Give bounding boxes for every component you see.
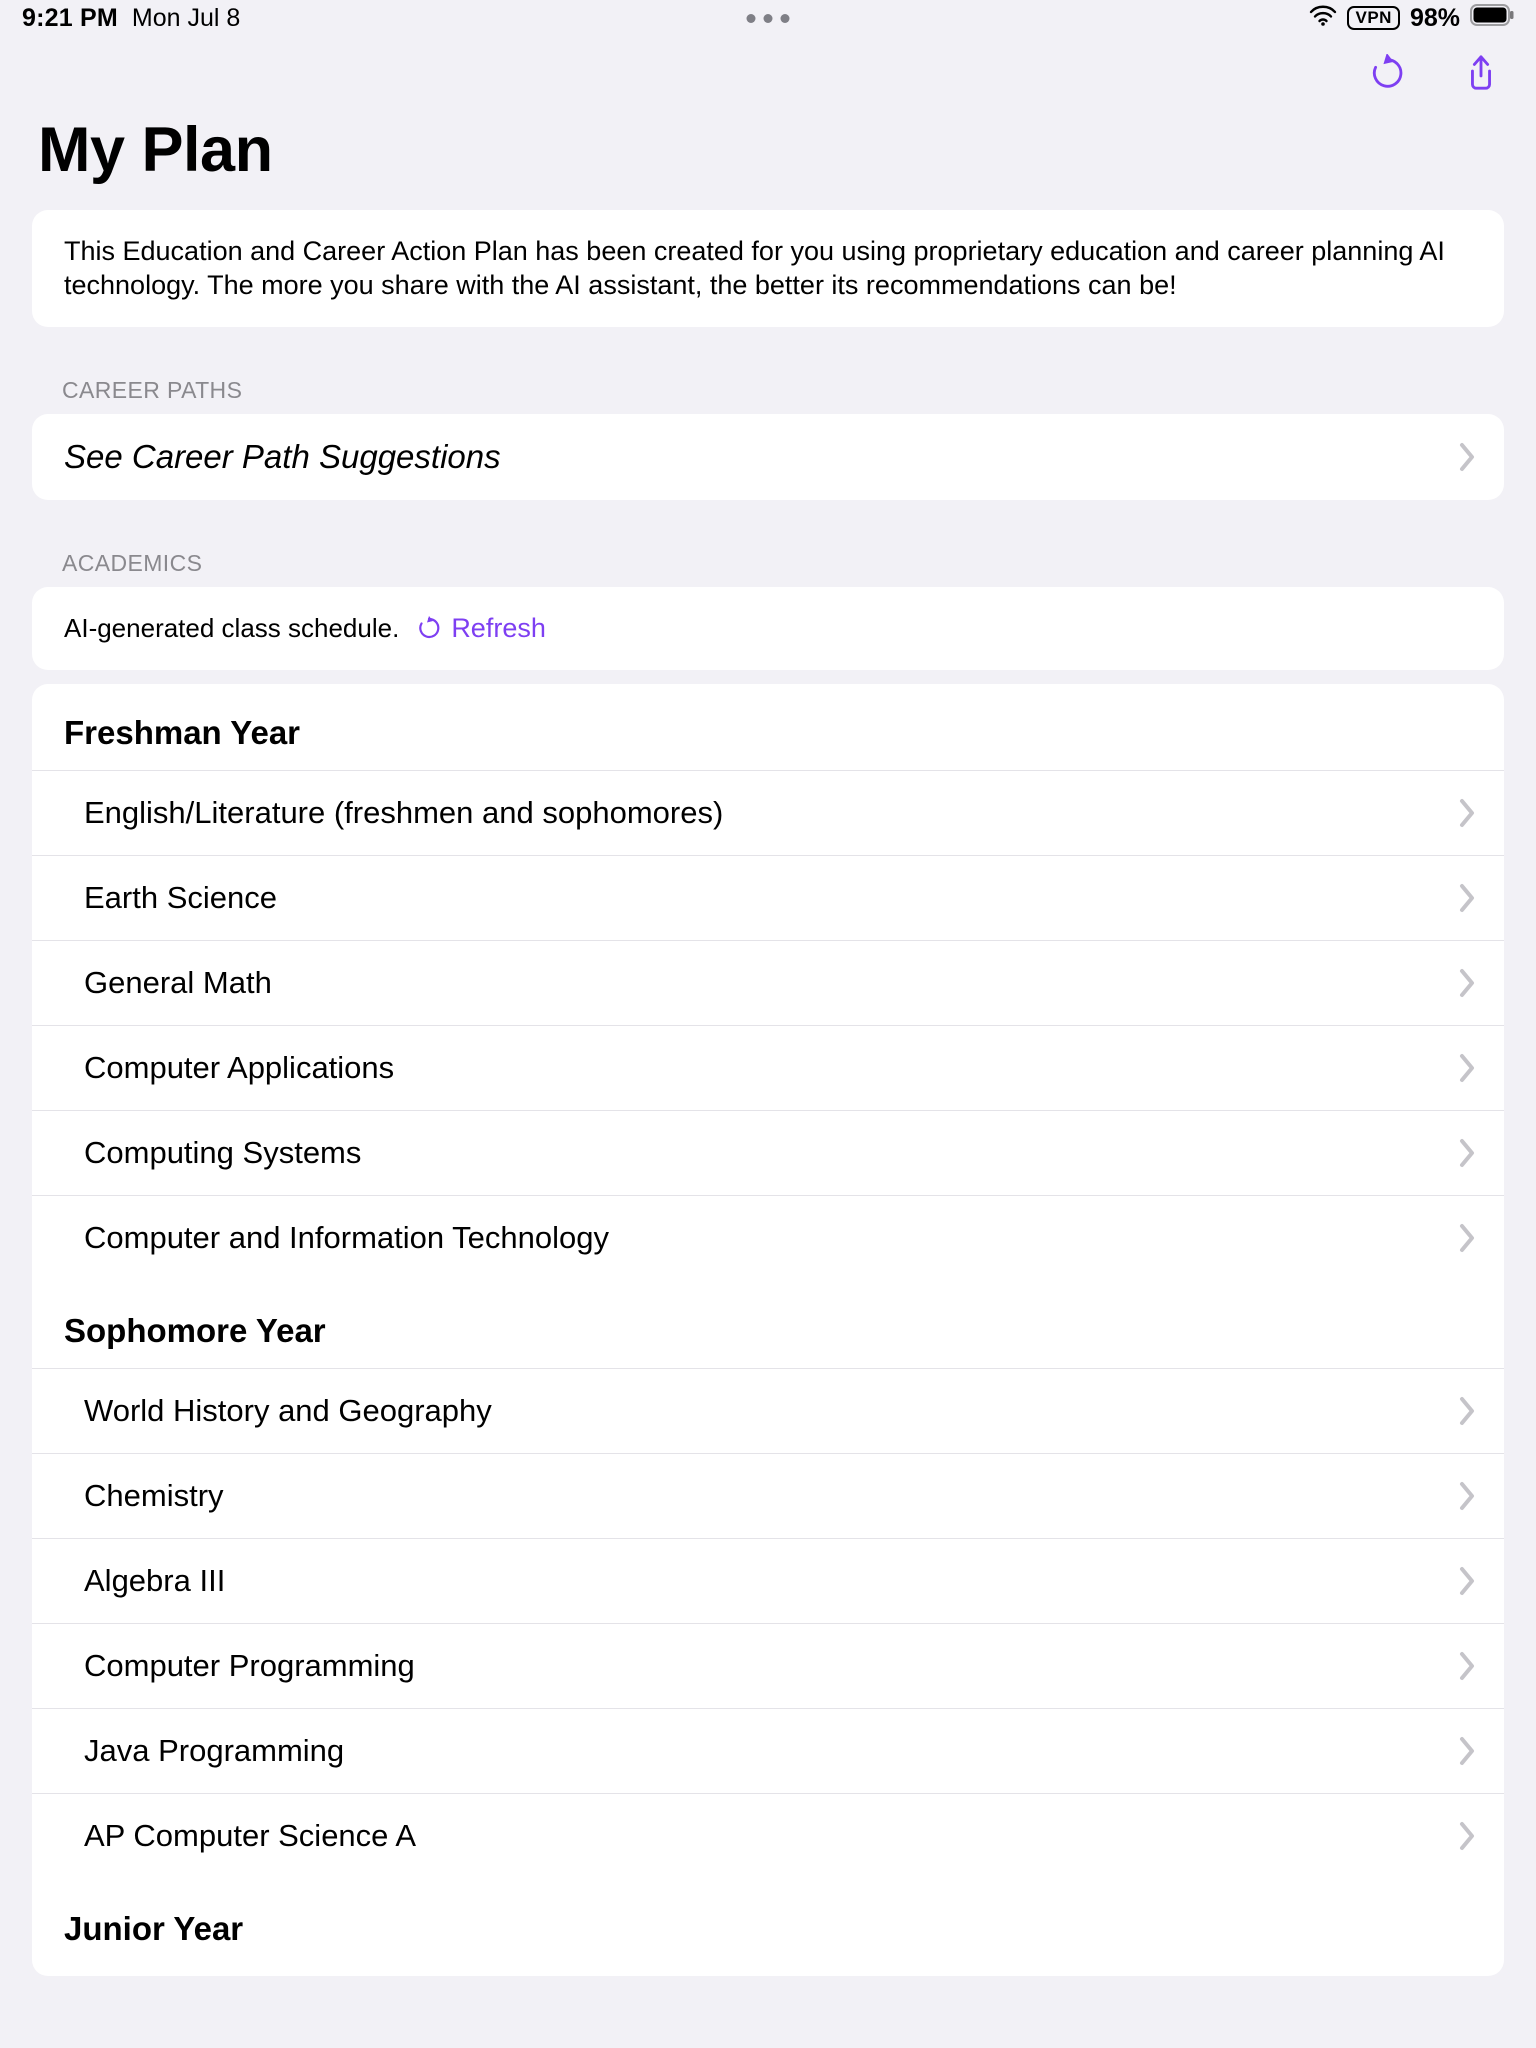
intro-text: This Education and Career Action Plan ha… xyxy=(64,234,1472,303)
refresh-schedule-button[interactable]: Refresh xyxy=(417,613,546,644)
status-right: VPN 98% xyxy=(1309,4,1514,33)
course-label: World History and Geography xyxy=(84,1393,492,1429)
schedule-caption: AI-generated class schedule. xyxy=(64,613,399,644)
chevron-right-icon xyxy=(1458,1566,1476,1596)
course-label: AP Computer Science A xyxy=(84,1818,416,1854)
year-heading: Junior Year xyxy=(32,1878,1504,1966)
chevron-right-icon xyxy=(1458,1223,1476,1253)
course-row[interactable]: Earth Science xyxy=(32,855,1504,940)
refresh-icon xyxy=(417,616,441,640)
dot-icon xyxy=(764,14,773,23)
status-bar: 9:21 PM Mon Jul 8 VPN 98% xyxy=(0,0,1536,36)
course-row[interactable]: World History and Geography xyxy=(32,1368,1504,1453)
course-label: Chemistry xyxy=(84,1478,224,1514)
schedule-caption-card: AI-generated class schedule. Refresh xyxy=(32,587,1504,670)
chevron-right-icon xyxy=(1458,1736,1476,1766)
multitask-dots[interactable] xyxy=(747,14,790,23)
schedule-card: Freshman Year English/Literature (freshme… xyxy=(32,684,1504,1976)
status-left: 9:21 PM Mon Jul 8 xyxy=(22,4,240,33)
battery-icon xyxy=(1470,4,1514,33)
chevron-right-icon xyxy=(1458,1396,1476,1426)
career-paths-header: CAREER PATHS xyxy=(0,327,1536,414)
toolbar xyxy=(0,36,1536,114)
dot-icon xyxy=(781,14,790,23)
refresh-icon[interactable] xyxy=(1368,54,1406,97)
course-row[interactable]: Computer Applications xyxy=(32,1025,1504,1110)
chevron-right-icon xyxy=(1458,798,1476,828)
year-heading: Sophomore Year xyxy=(32,1280,1504,1368)
academics-header: ACADEMICS xyxy=(0,500,1536,587)
chevron-right-icon xyxy=(1458,1651,1476,1681)
status-time: 9:21 PM xyxy=(22,4,118,33)
page-title: My Plan xyxy=(0,114,1536,210)
course-label: Algebra III xyxy=(84,1563,225,1599)
wifi-icon xyxy=(1309,4,1337,33)
chevron-right-icon xyxy=(1458,1138,1476,1168)
share-icon[interactable] xyxy=(1462,54,1500,97)
refresh-label: Refresh xyxy=(451,613,546,644)
chevron-right-icon xyxy=(1458,1821,1476,1851)
career-paths-card: See Career Path Suggestions xyxy=(32,414,1504,500)
chevron-right-icon xyxy=(1458,442,1476,472)
course-row[interactable]: Computer Programming xyxy=(32,1623,1504,1708)
course-label: Java Programming xyxy=(84,1733,344,1769)
status-date: Mon Jul 8 xyxy=(132,4,240,33)
course-label: Computer and Information Technology xyxy=(84,1220,609,1256)
course-row[interactable]: Computing Systems xyxy=(32,1110,1504,1195)
course-row[interactable]: Algebra III xyxy=(32,1538,1504,1623)
chevron-right-icon xyxy=(1458,883,1476,913)
chevron-right-icon xyxy=(1458,1481,1476,1511)
career-path-suggestions-row[interactable]: See Career Path Suggestions xyxy=(32,414,1504,500)
course-label: General Math xyxy=(84,965,272,1001)
course-row[interactable]: Chemistry xyxy=(32,1453,1504,1538)
battery-percentage: 98% xyxy=(1410,4,1460,33)
intro-card: This Education and Career Action Plan ha… xyxy=(32,210,1504,327)
course-row[interactable]: English/Literature (freshmen and sophomo… xyxy=(32,770,1504,855)
year-heading: Freshman Year xyxy=(32,708,1504,770)
vpn-badge: VPN xyxy=(1347,6,1399,30)
chevron-right-icon xyxy=(1458,968,1476,998)
course-label: Computing Systems xyxy=(84,1135,361,1171)
dot-icon xyxy=(747,14,756,23)
course-row[interactable]: Computer and Information Technology xyxy=(32,1195,1504,1280)
course-row[interactable]: AP Computer Science A xyxy=(32,1793,1504,1878)
course-label: Computer Applications xyxy=(84,1050,394,1086)
course-label: Computer Programming xyxy=(84,1648,415,1684)
chevron-right-icon xyxy=(1458,1053,1476,1083)
course-label: English/Literature (freshmen and sophomo… xyxy=(84,795,723,831)
course-row[interactable]: General Math xyxy=(32,940,1504,1025)
course-label: Earth Science xyxy=(84,880,277,916)
course-row[interactable]: Java Programming xyxy=(32,1708,1504,1793)
career-path-suggestions-label: See Career Path Suggestions xyxy=(64,438,501,476)
